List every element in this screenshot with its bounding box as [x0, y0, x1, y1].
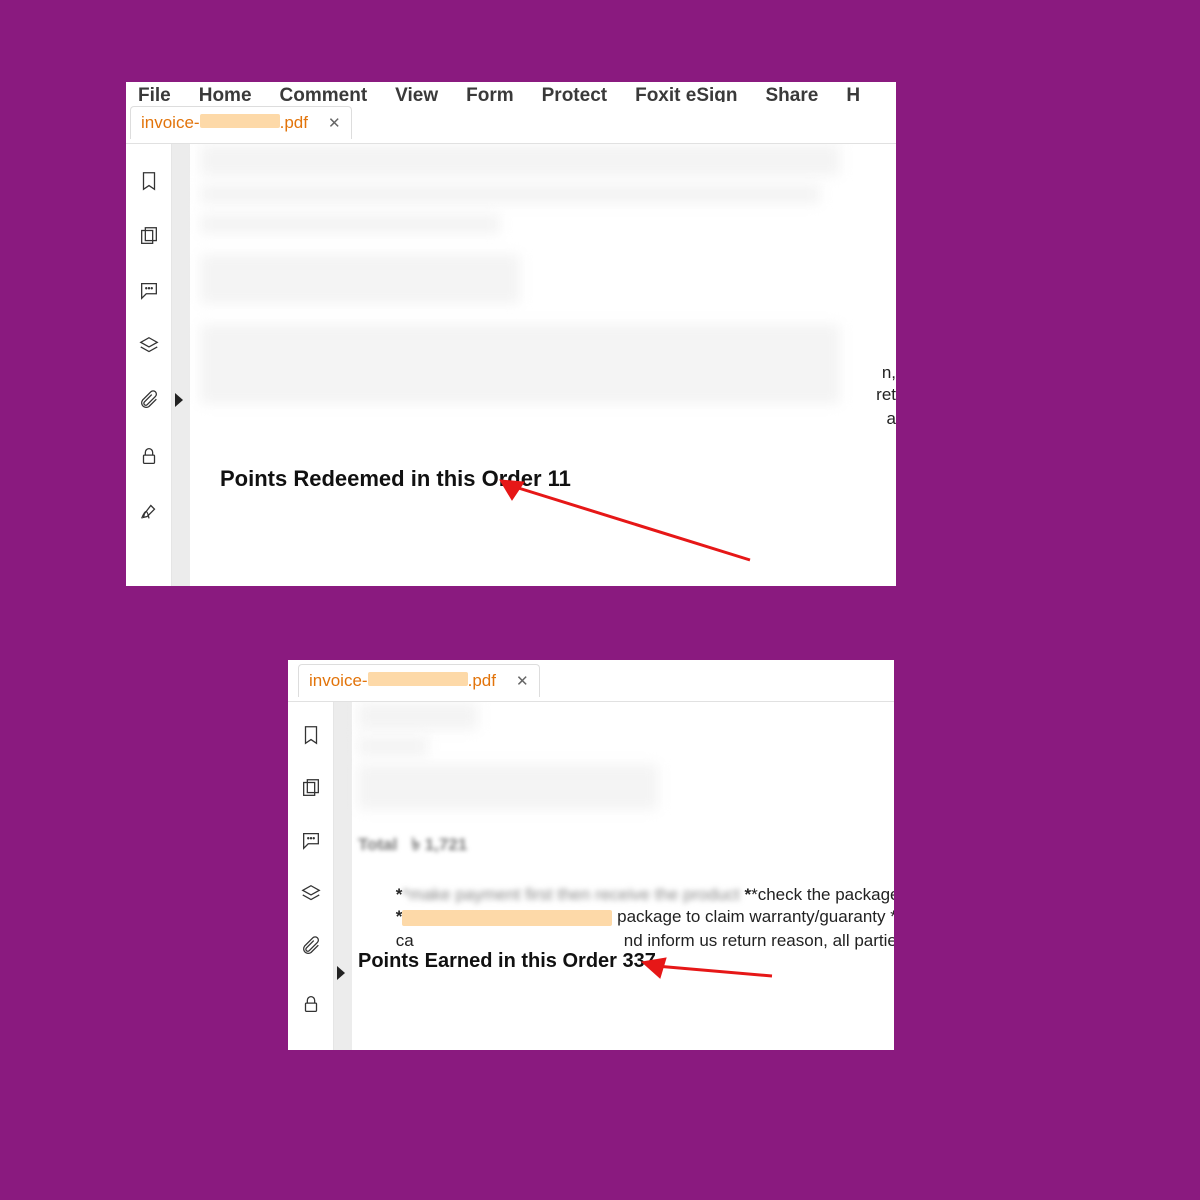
tab-name-prefix: invoice-	[141, 113, 200, 132]
sidebar-2	[288, 702, 334, 1050]
doc2-total-line: Total ৳ 1,721	[358, 834, 467, 856]
menu-file[interactable]: File	[138, 90, 171, 102]
sidebar	[126, 144, 172, 586]
menu-form[interactable]: Form	[466, 90, 514, 102]
layers-icon[interactable]	[138, 335, 160, 362]
points-redeemed-line: Points Redeemed in this Order 11	[220, 466, 571, 492]
menu-share[interactable]: Share	[766, 90, 819, 102]
tab-bar: invoice- .pdf ✕	[126, 102, 896, 144]
layers-icon[interactable]	[300, 883, 322, 910]
tab-name-redacted	[200, 114, 280, 128]
menu-comment[interactable]: Comment	[280, 90, 368, 102]
tab2-name-suffix: .pdf	[468, 671, 496, 690]
attachment-icon[interactable]	[300, 936, 322, 963]
menu-protect[interactable]: Protect	[542, 90, 607, 102]
bookmark-icon[interactable]	[300, 724, 322, 751]
expand-caret-icon-2[interactable]	[337, 966, 345, 980]
doc1-fragment-3: a	[887, 408, 896, 430]
pdf-reader-window-2: invoice- .pdf ✕ Total ৳ 1,721 **make paym…	[288, 660, 894, 1050]
menu-foxit-esign[interactable]: Foxit eSign	[635, 90, 737, 102]
signature-icon[interactable]	[138, 500, 160, 527]
menu-view[interactable]: View	[395, 90, 438, 102]
ribbon-menu: File Home Comment View Form Protect Foxi…	[126, 82, 896, 102]
security-icon[interactable]	[138, 445, 160, 472]
panel-gutter	[172, 144, 190, 586]
document-page-2: Total ৳ 1,721 **make payment first then …	[352, 702, 894, 1050]
pages-icon[interactable]	[300, 777, 322, 804]
workspace: n, ret a Points Redeemed in this Order 1…	[126, 144, 896, 586]
comments-icon[interactable]	[300, 830, 322, 857]
doc1-fragment-1: n,	[882, 362, 896, 384]
points-earned-line: Points Earned in this Order 337	[358, 950, 656, 973]
document-page: n, ret a Points Redeemed in this Order 1…	[190, 144, 896, 586]
pages-icon[interactable]	[138, 225, 160, 252]
document-tab-2[interactable]: invoice- .pdf ✕	[298, 664, 540, 697]
tab2-name-redacted	[368, 672, 468, 686]
pdf-reader-window-1: File Home Comment View Form Protect Foxi…	[126, 82, 896, 586]
security-icon[interactable]	[300, 989, 322, 1020]
comments-icon[interactable]	[138, 280, 160, 307]
attachment-icon[interactable]	[138, 390, 160, 417]
workspace-2: Total ৳ 1,721 **make payment first then …	[288, 702, 894, 1050]
doc1-fragment-2: ret	[876, 384, 896, 406]
close-tab-icon[interactable]: ✕	[328, 114, 341, 132]
panel-gutter-2	[334, 702, 352, 1050]
menu-home[interactable]: Home	[199, 90, 252, 102]
tab-bar-2: invoice- .pdf ✕	[288, 660, 894, 702]
close-tab-icon-2[interactable]: ✕	[516, 672, 529, 690]
bookmark-icon[interactable]	[138, 170, 160, 197]
tab2-name-prefix: invoice-	[309, 671, 368, 690]
menu-partial[interactable]: H	[846, 90, 860, 102]
tab-name-suffix: .pdf	[280, 113, 308, 132]
expand-caret-icon[interactable]	[175, 393, 183, 407]
document-tab[interactable]: invoice- .pdf ✕	[130, 106, 352, 139]
